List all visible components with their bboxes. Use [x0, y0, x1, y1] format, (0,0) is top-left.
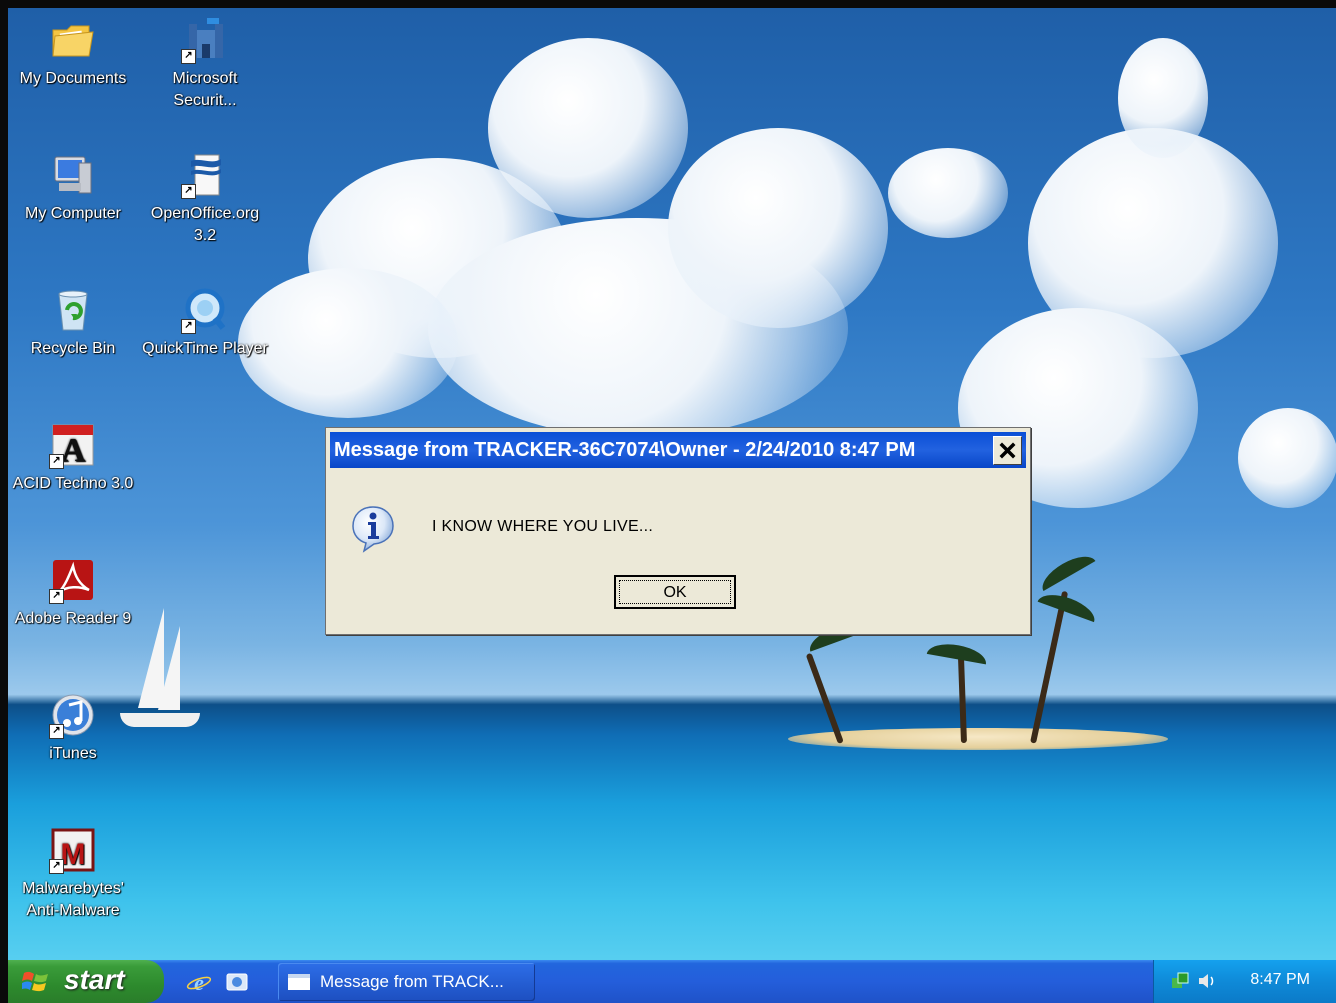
shortcut-arrow-icon: ↗ — [49, 589, 64, 604]
internet-explorer-icon[interactable]: e — [186, 969, 212, 995]
start-label: start — [64, 964, 125, 995]
shortcut-arrow-icon: ↗ — [49, 724, 64, 739]
desktop-icon-label: OpenOffice.org 3.2 — [150, 205, 260, 244]
shortcut-arrow-icon: ↗ — [181, 49, 196, 64]
desktop-icon-openoffice[interactable]: ↗ OpenOffice.org 3.2 — [140, 151, 270, 247]
desktop-icon-my-computer[interactable]: My Computer — [8, 151, 138, 225]
clock: 8:47 PM — [1250, 971, 1310, 988]
close-button[interactable] — [993, 436, 1022, 465]
start-button[interactable]: start — [8, 960, 164, 1003]
acid-icon: A ↗ — [49, 421, 97, 469]
svg-text:M: M — [61, 838, 86, 871]
desktop-icon-adobe-reader[interactable]: ↗ Adobe Reader 9 — [8, 556, 138, 630]
taskbar: start e Message from TRACK... 8:47 PM — [8, 960, 1336, 1003]
taskbar-item-label: Message from TRACK... — [320, 972, 504, 991]
dialog-titlebar[interactable]: Message from TRACKER-36C7074\Owner - 2/2… — [330, 432, 1026, 468]
svg-text:e: e — [194, 970, 204, 995]
message-dialog: Message from TRACKER-36C7074\Owner - 2/2… — [325, 427, 1031, 635]
shortcut-arrow-icon: ↗ — [181, 319, 196, 334]
windows-logo-icon — [22, 971, 48, 992]
network-icon[interactable] — [1170, 970, 1192, 992]
desktop-icon-label: My Computer — [24, 205, 122, 222]
desktop-icon[interactable] — [224, 969, 250, 995]
close-icon — [999, 442, 1016, 459]
computer-icon — [49, 151, 97, 199]
quicktime-icon: ↗ — [181, 286, 229, 334]
desktop-icon-label: ACID Techno 3.0 — [12, 475, 134, 492]
svg-text:A: A — [61, 432, 86, 469]
desktop-icon-label: iTunes — [49, 745, 97, 762]
desktop-icon-label: Adobe Reader 9 — [14, 610, 132, 627]
desktop-icon-label: Microsoft Securit... — [172, 70, 238, 109]
folder-icon — [49, 16, 97, 64]
ok-button-label: OK — [619, 580, 731, 604]
desktop-icon-acid-techno[interactable]: A ↗ ACID Techno 3.0 — [8, 421, 138, 495]
window-icon — [288, 974, 310, 990]
itunes-icon: ↗ — [49, 691, 97, 739]
desktop-icon-label: QuickTime Player — [142, 340, 268, 357]
desktop-icon-my-documents[interactable]: My Documents — [8, 16, 138, 90]
desktop-icon-itunes[interactable]: ↗ iTunes — [8, 691, 138, 765]
castle-icon: ↗ — [181, 16, 229, 64]
volume-icon[interactable] — [1196, 970, 1218, 992]
desktop-icon-recycle-bin[interactable]: Recycle Bin — [8, 286, 138, 360]
taskbar-item-message[interactable]: Message from TRACK... — [278, 963, 535, 1001]
dialog-title: Message from TRACKER-36C7074\Owner - 2/2… — [334, 439, 916, 461]
ok-button[interactable]: OK — [614, 575, 736, 609]
system-tray: 8:47 PM — [1153, 960, 1336, 1003]
desktop-icon-malwarebytes[interactable]: M ↗ Malwarebytes' Anti-Malware — [8, 826, 138, 922]
desktop-icon-label: My Documents — [19, 70, 127, 87]
shortcut-arrow-icon: ↗ — [181, 184, 196, 199]
desktop-icon-label: Malwarebytes' Anti-Malware — [22, 880, 124, 919]
desktop-icon-quicktime[interactable]: ↗ QuickTime Player — [140, 286, 270, 360]
shortcut-arrow-icon: ↗ — [49, 859, 64, 874]
dialog-message: I KNOW WHERE YOU LIVE... — [432, 518, 654, 535]
openoffice-icon: ↗ — [181, 151, 229, 199]
malwarebytes-icon: M ↗ — [49, 826, 97, 874]
desktop-icon-microsoft-security[interactable]: ↗ Microsoft Securit... — [140, 16, 270, 112]
desktop: My Documents ↗ Microsoft Securit... My C… — [8, 8, 1336, 1003]
adobe-reader-icon: ↗ — [49, 556, 97, 604]
desktop-icon-label: Recycle Bin — [30, 340, 116, 357]
recycle-bin-icon — [49, 286, 97, 334]
info-icon — [348, 503, 398, 553]
shortcut-arrow-icon: ↗ — [49, 454, 64, 469]
